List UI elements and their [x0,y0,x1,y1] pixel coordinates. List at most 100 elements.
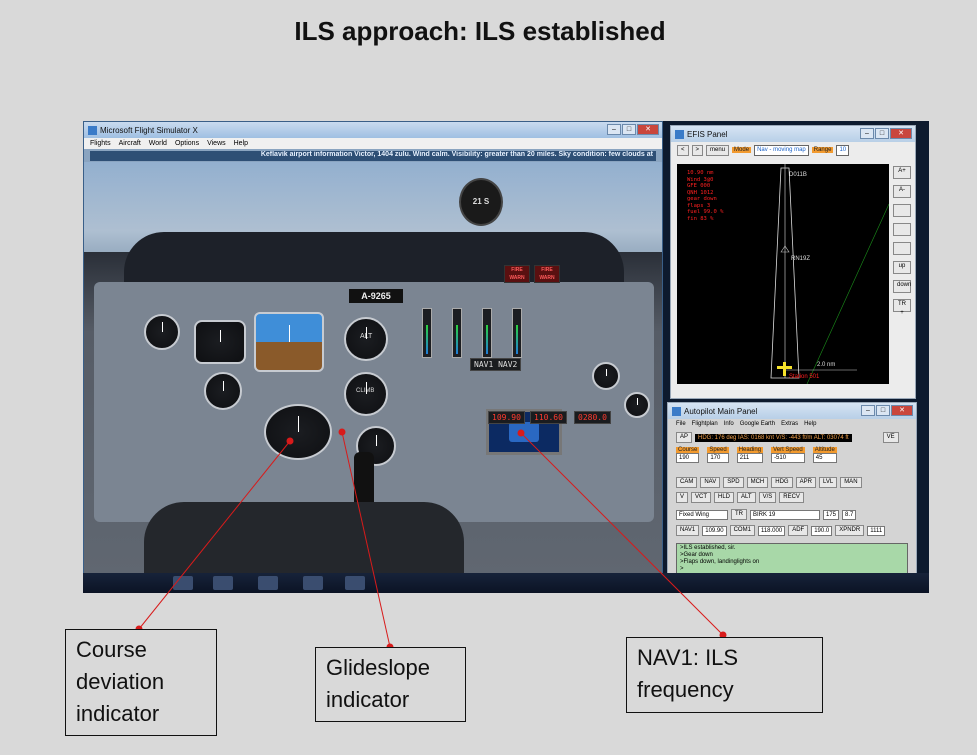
ap-master-button[interactable]: AP [676,432,693,443]
course-input[interactable]: 190 [676,453,700,463]
nav1-label[interactable]: NAV1 [676,525,700,536]
maximize-button[interactable]: □ [622,124,636,135]
menu-aircraft[interactable]: Aircraft [119,140,141,147]
ap-menu-extras[interactable]: Extras [781,421,798,427]
efis-side-button-a-minus[interactable]: A- [893,185,911,198]
efis-maximize-button[interactable]: □ [875,128,889,139]
taskbar-item[interactable] [303,576,323,590]
efis-side-button-down[interactable]: down [893,280,911,293]
minimize-button[interactable]: – [607,124,621,135]
autopilot-window: Autopilot Main Panel – □ ✕ File Flightpl… [667,402,917,584]
vert-speed-label: Vert Speed [771,447,805,453]
tr-button[interactable]: TR [731,509,747,520]
efis-next-button[interactable]: > [691,144,704,156]
recv-button[interactable]: RECV [779,492,804,503]
ap-minimize-button[interactable]: – [861,405,875,416]
altitude-input[interactable]: 45 [812,453,837,463]
xpndr-code-field[interactable]: 1111 [867,525,886,536]
efis-close-button[interactable]: ✕ [890,128,912,139]
nav-button[interactable]: NAV [700,477,721,488]
log-line: >Flaps down, landinglights on [680,559,760,565]
efis-side-button-tr-plus[interactable]: TR + [893,299,911,316]
xpndr-label[interactable]: XPNDR [835,525,865,536]
nav1-standby-frequency[interactable]: 110.60 [530,411,567,424]
ap-aircraft-row: Fixed Wing TR BIRK 19 175 8.7 [676,509,857,520]
altimeter-label: ALT [360,333,373,340]
course-field: Course 190 [676,447,700,463]
ap-menu-google-earth[interactable]: Google Earth [740,421,775,427]
aircraft-type-select[interactable]: Fixed Wing [676,509,728,520]
ap-menu-flightplan[interactable]: Flightplan [692,421,718,427]
altimeter-gauge: ALT [344,317,388,361]
value-175-field[interactable]: 175 [823,509,840,520]
ap-message-log[interactable]: >ILS established, sir. >Gear down >Flaps… [676,543,908,577]
adf-frequency[interactable]: 0280.0 [574,411,611,424]
efis-prev-button[interactable]: < [677,144,689,156]
com1-label[interactable]: COM1 [729,525,755,536]
nav2-selector-label: NAV2 [498,360,518,369]
nav-selector[interactable]: NAV1 NAV2 [470,358,522,371]
vct-button[interactable]: VCT [691,492,712,503]
scale-label: 2.0 nm [817,362,836,368]
efis-side-button-a-plus[interactable]: A+ [893,166,911,179]
nav1-active-frequency[interactable]: 109.90 [488,411,525,424]
fire-warn-light-2[interactable]: FIRE WARN [534,265,560,283]
efis-titlebar[interactable]: EFIS Panel – □ ✕ [671,126,915,142]
efis-side-button-blank-2[interactable] [893,223,911,236]
efis-side-button-up[interactable]: up [893,261,911,274]
taskbar-item[interactable] [213,576,233,590]
taskbar-item[interactable] [258,576,278,590]
ap-mode-row-1: CAM NAV SPD MCH HDG APR LVL MAN [676,477,862,488]
altitude-field: Altitude 45 [812,447,837,463]
v-button[interactable]: V [676,492,689,503]
alt-button[interactable]: ALT [737,492,756,503]
efis-side-buttons: A+ A- up down TR + [893,166,911,316]
fsx-titlebar[interactable]: Microsoft Flight Simulator X – □ ✕ [84,122,662,138]
spd-button[interactable]: SPD [723,477,744,488]
autopilot-titlebar[interactable]: Autopilot Main Panel – □ ✕ [668,403,916,419]
cam-button[interactable]: CAM [676,477,698,488]
vs-button[interactable]: V/S [758,492,777,503]
menu-views[interactable]: Views [207,140,226,147]
lvl-button[interactable]: LVL [818,477,838,488]
autopilot-title: Autopilot Main Panel [684,406,758,416]
hld-button[interactable]: HLD [714,492,735,503]
value-8-7-field[interactable]: 8.7 [842,509,857,520]
taskbar-item[interactable] [173,576,193,590]
menu-flights[interactable]: Flights [90,140,111,147]
menu-help[interactable]: Help [234,140,248,147]
taskbar-item[interactable] [345,576,365,590]
close-button[interactable]: ✕ [637,124,659,135]
fire-warn-light-1[interactable]: FIRE WARN [504,265,530,283]
adf-frequency-field[interactable]: 190.0 [811,525,833,536]
efis-minimize-button[interactable]: – [860,128,874,139]
efis-map-graphics [770,164,889,384]
ap-menu-help[interactable]: Help [804,421,816,427]
vert-speed-input[interactable]: -510 [771,453,805,463]
ap-menu-info[interactable]: Info [724,421,734,427]
efis-menu-button[interactable]: menu [706,144,730,156]
airport-field[interactable]: BIRK 19 [750,509,820,520]
man-button[interactable]: MAN [840,477,862,488]
ap-menu-file[interactable]: File [676,421,686,427]
com1-frequency-field[interactable]: 118.000 [757,525,786,536]
hdg-button[interactable]: HDG [771,477,793,488]
ap-mode-row-2: V VCT HLD ALT V/S RECV [676,492,804,503]
adf-label[interactable]: ADF [788,525,809,536]
windows-taskbar [83,573,929,593]
fsx-menubar: Flights Aircraft World Options Views Hel… [84,138,662,149]
ve-button[interactable]: VE [882,432,899,443]
efis-side-button-blank-3[interactable] [893,242,911,255]
ap-maximize-button[interactable]: □ [876,405,890,416]
heading-input[interactable]: 211 [736,453,764,463]
efis-mode-select[interactable]: Nav - moving map [754,144,809,156]
ap-close-button[interactable]: ✕ [891,405,913,416]
menu-world[interactable]: World [149,140,167,147]
nav1-frequency-field[interactable]: 109.90 [702,525,727,536]
mch-button[interactable]: MCH [746,477,769,488]
apr-button[interactable]: APR [795,477,816,488]
efis-side-button-blank-1[interactable] [893,204,911,217]
menu-options[interactable]: Options [175,140,199,147]
efis-range-select[interactable]: 10 [836,144,850,156]
speed-input[interactable]: 170 [707,453,729,463]
